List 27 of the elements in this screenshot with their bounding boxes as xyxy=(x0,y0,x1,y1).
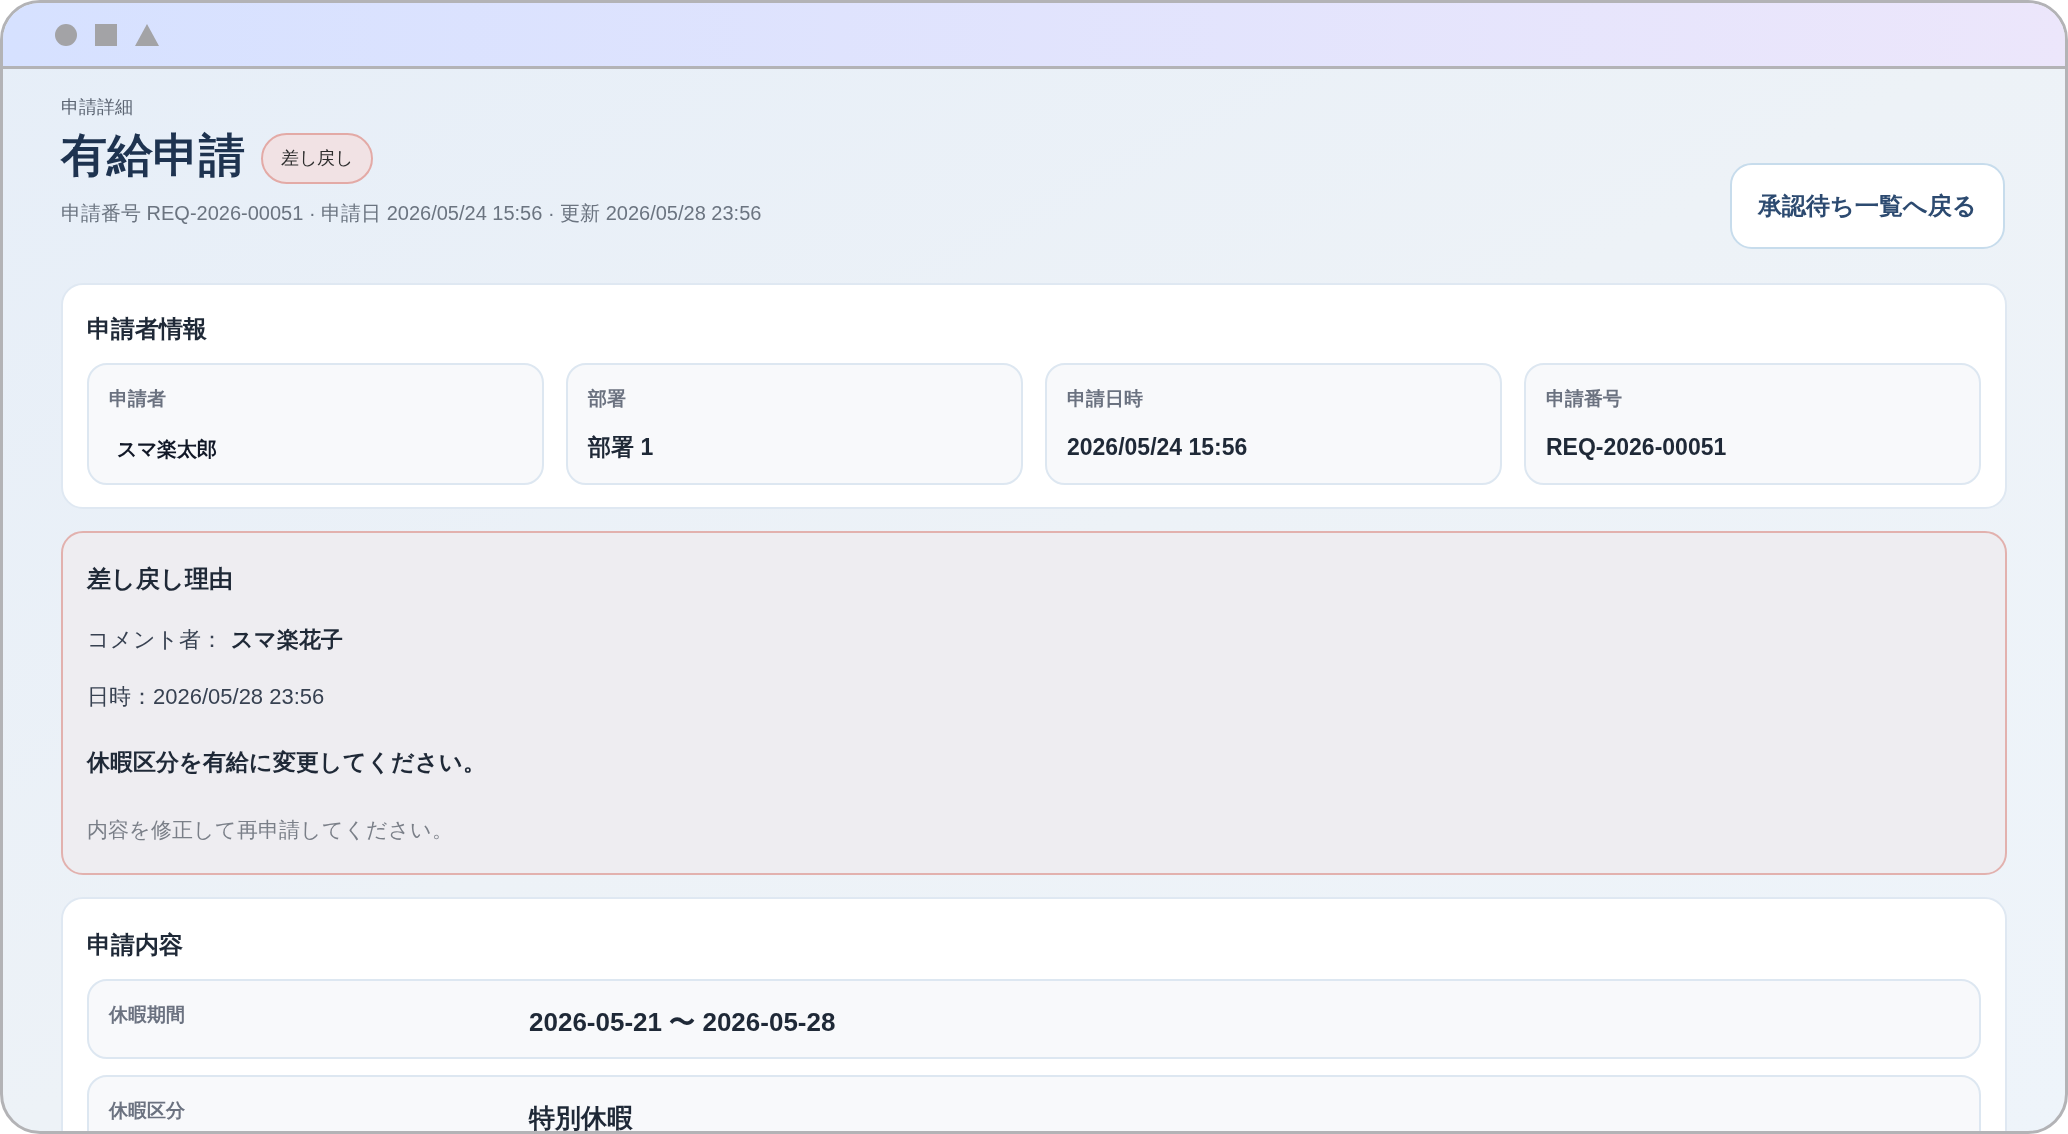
row-label: 休暇期間 xyxy=(107,1003,186,1027)
triangle-icon[interactable] xyxy=(135,23,159,46)
status-badge: 差し戻し xyxy=(261,133,373,184)
section-title: 申請者情報 xyxy=(87,314,208,344)
instruction-text: 内容を修正して再申請してください。 xyxy=(87,816,454,843)
row-value: 2026-05-21 〜 2026-05-28 xyxy=(529,1006,836,1039)
field-label: 申請番号 xyxy=(1546,387,1623,411)
section-title: 申請内容 xyxy=(87,930,184,960)
comment-text: 休暇区分を有給に変更してください。 xyxy=(87,748,487,777)
field-label: 申請日時 xyxy=(1067,387,1144,411)
comment-datetime: 日時：2026/05/28 23:56 xyxy=(87,683,326,711)
page-title: 有給申請 xyxy=(61,127,245,183)
section-title: 差し戻し理由 xyxy=(87,564,234,594)
field-value: 2026/05/24 15:56 xyxy=(1067,432,1249,462)
field-value: スマ楽太郎 xyxy=(117,436,218,462)
field-label: 申請者 xyxy=(109,387,167,411)
back-button[interactable]: 承認待ち一覧へ戻る xyxy=(1730,163,2005,249)
request-meta: 申請番号 REQ-2026-00051 · 申請日 2026/05/24 15:56 · 更新 2026/05/28 23:56 xyxy=(61,201,762,226)
row-label: 休暇区分 xyxy=(107,1099,186,1123)
field-label: 部署 xyxy=(588,387,627,411)
commenter-label: コメント者： xyxy=(87,626,223,654)
breadcrumb: 申請詳細 xyxy=(61,96,134,119)
square-icon[interactable] xyxy=(95,23,117,46)
commenter-name: スマ楽花子 xyxy=(231,626,343,654)
field-value: 部署 1 xyxy=(588,432,655,462)
field-value: REQ-2026-00051 xyxy=(1546,432,1728,462)
row-value: 特別休暇 xyxy=(529,1102,633,1131)
